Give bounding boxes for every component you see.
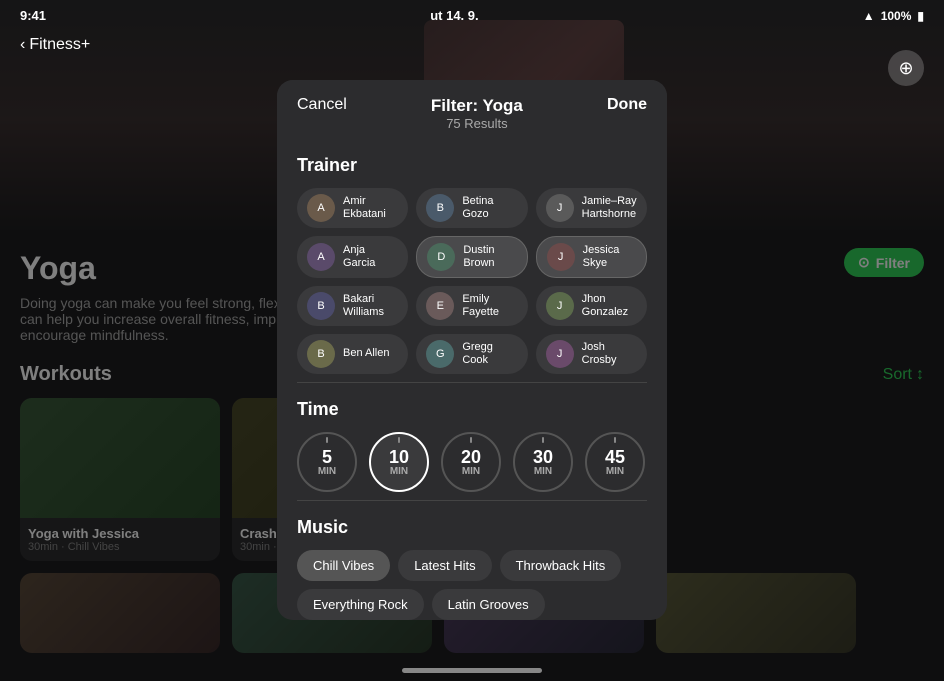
time-options: 5MIN10MIN20MIN30MIN45MIN — [297, 432, 647, 492]
trainer-item[interactable]: A Anja Garcia — [297, 236, 408, 278]
time-number: 20 — [461, 448, 481, 466]
filter-modal: Cancel Filter: Yoga 75 Results Done Trai… — [277, 80, 667, 620]
modal-title: Filter: Yoga — [431, 96, 523, 116]
avatar-icon[interactable]: ⊕ — [888, 50, 924, 86]
trainer-avatar: J — [546, 194, 574, 222]
trainer-name: Josh Crosby — [582, 341, 637, 367]
trainer-item[interactable]: G Gregg Cook — [416, 334, 527, 374]
music-tag[interactable]: Latin Grooves — [432, 589, 545, 620]
trainer-section: Trainer A Amir Ekbatani B Betina Gozo J Jamie… — [277, 139, 667, 374]
modal-header: Cancel Filter: Yoga 75 Results Done — [277, 80, 667, 139]
time-option[interactable]: 45MIN — [585, 432, 645, 492]
music-section: Music Chill Vibes Latest Hits Throwback Hi… — [277, 501, 667, 620]
trainer-name: Anja Garcia — [343, 244, 398, 270]
modal-overlay: Cancel Filter: Yoga 75 Results Done Trai… — [0, 0, 944, 681]
back-chevron-icon: ‹ — [20, 36, 25, 54]
music-tag[interactable]: Latest Hits — [398, 550, 491, 581]
trainer-item[interactable]: J Jessica Skye — [536, 236, 647, 278]
time-number: 45 — [605, 448, 625, 466]
time-number: 10 — [389, 448, 409, 466]
trainer-item[interactable]: J Jamie–Ray Hartshorne — [536, 188, 647, 228]
trainer-avatar: D — [427, 243, 455, 271]
date: ut 14. 9. — [430, 8, 478, 23]
trainer-name: Jhon Gonzalez — [582, 293, 637, 319]
time-unit: MIN — [318, 466, 336, 477]
modal-subtitle: 75 Results — [431, 116, 523, 131]
trainer-grid: A Amir Ekbatani B Betina Gozo J Jamie–Ray Har… — [297, 188, 647, 374]
trainer-avatar: B — [307, 340, 335, 368]
trainer-avatar: G — [426, 340, 454, 368]
modal-title-block: Filter: Yoga 75 Results — [431, 96, 523, 131]
time-unit: MIN — [606, 466, 624, 477]
trainer-item[interactable]: J Josh Crosby — [536, 334, 647, 374]
trainer-name: Dustin Brown — [463, 244, 516, 270]
trainer-item[interactable]: D Dustin Brown — [416, 236, 527, 278]
time-option[interactable]: 30MIN — [513, 432, 573, 492]
time-unit: MIN — [390, 466, 408, 477]
cancel-button[interactable]: Cancel — [297, 96, 347, 114]
trainer-item[interactable]: B Bakari Williams — [297, 286, 408, 326]
trainer-item[interactable]: A Amir Ekbatani — [297, 188, 408, 228]
time-option[interactable]: 10MIN — [369, 432, 429, 492]
trainer-name: Betina Gozo — [462, 195, 517, 221]
trainer-item[interactable]: B Ben Allen — [297, 334, 408, 374]
back-nav-label: Fitness+ — [29, 36, 90, 54]
time-number: 5 — [322, 448, 332, 466]
music-tags: Chill Vibes Latest Hits Throwback Hits Ever… — [297, 550, 647, 620]
trainer-avatar: J — [547, 243, 575, 271]
music-tag[interactable]: Throwback Hits — [500, 550, 622, 581]
trainer-item[interactable]: J Jhon Gonzalez — [536, 286, 647, 326]
wifi-icon: ▲ — [863, 9, 875, 23]
time-option[interactable]: 20MIN — [441, 432, 501, 492]
time-number: 30 — [533, 448, 553, 466]
time-unit: MIN — [462, 466, 480, 477]
battery: 100% — [881, 9, 912, 23]
trainer-name: Jamie–Ray Hartshorne — [582, 195, 637, 221]
home-indicator — [402, 668, 542, 673]
trainer-avatar: B — [307, 292, 335, 320]
trainer-name: Bakari Williams — [343, 293, 398, 319]
trainer-name: Ben Allen — [343, 347, 389, 360]
trainer-avatar: B — [426, 194, 454, 222]
battery-icon: ▮ — [917, 9, 924, 23]
music-tag[interactable]: Chill Vibes — [297, 550, 390, 581]
trainer-name: Gregg Cook — [462, 341, 517, 367]
time-unit: MIN — [534, 466, 552, 477]
time-section: Time 5MIN10MIN20MIN30MIN45MIN — [277, 383, 667, 492]
avatar-symbol: ⊕ — [898, 58, 913, 79]
trainer-name: Jessica Skye — [583, 244, 636, 270]
music-section-title: Music — [297, 517, 647, 538]
status-bar: 9:41 ut 14. 9. ▲ 100% ▮ — [0, 0, 944, 31]
trainer-name: Amir Ekbatani — [343, 195, 398, 221]
time: 9:41 — [20, 8, 46, 23]
music-tag[interactable]: Everything Rock — [297, 589, 424, 620]
trainer-avatar: J — [546, 292, 574, 320]
status-bar-right: ▲ 100% ▮ — [863, 9, 924, 23]
trainer-item[interactable]: E Emily Fayette — [416, 286, 527, 326]
trainer-item[interactable]: B Betina Gozo — [416, 188, 527, 228]
back-nav[interactable]: ‹ Fitness+ — [0, 28, 110, 62]
time-option[interactable]: 5MIN — [297, 432, 357, 492]
trainer-avatar: A — [307, 243, 335, 271]
trainer-name: Emily Fayette — [462, 293, 517, 319]
trainer-avatar: E — [426, 292, 454, 320]
time-section-title: Time — [297, 399, 647, 420]
trainer-avatar: J — [546, 340, 574, 368]
trainer-section-title: Trainer — [297, 155, 647, 176]
done-button[interactable]: Done — [607, 96, 647, 114]
trainer-avatar: A — [307, 194, 335, 222]
